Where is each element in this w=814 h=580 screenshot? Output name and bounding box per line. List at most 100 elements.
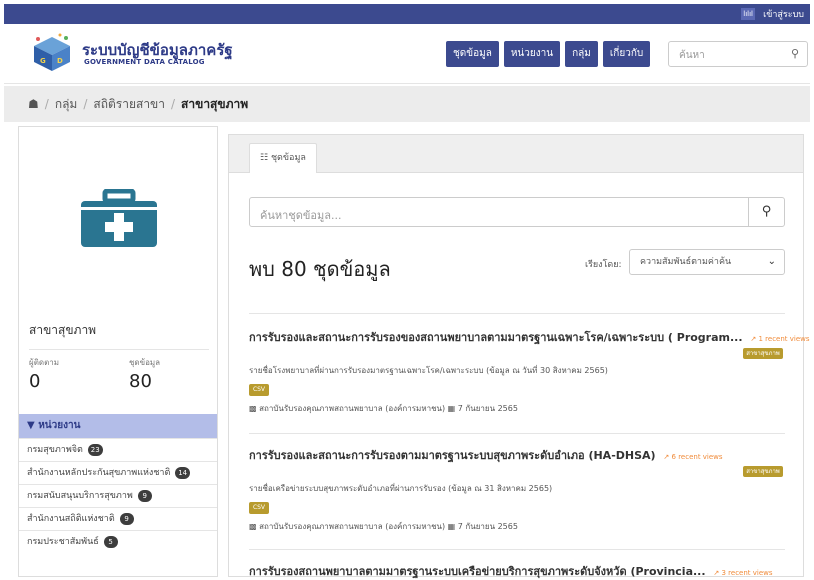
building-icon: ▩ <box>249 404 257 413</box>
dataset-date: 7 กันยายน 2565 <box>457 404 518 413</box>
agencies-header-label: หน่วยงาน <box>38 420 81 431</box>
dataset-item: การรับรองสถานพยาบาลตามมาตรฐานระบบเครือข่… <box>249 549 785 580</box>
sort-value: ความสัมพันธ์ตามค่าค้น <box>640 257 732 267</box>
dataset-description: รายชื่อเครือข่ายระบบสุขภาพระดับอำเภอที่ผ… <box>249 484 553 493</box>
chevron-down-icon: ⌄ <box>767 256 776 267</box>
breadcrumb-current[interactable]: สาขาสุขภาพ <box>181 95 248 114</box>
dataset-description: รายชื่อโรงพยาบาลที่ผ่านการรับรองมาตรฐานเ… <box>249 366 608 375</box>
dataset-title-row: การรับรองและสถานะการรับรองของสถานพยาบาลต… <box>249 328 810 346</box>
group-stats: ผู้ติดตาม 0 ชุดข้อมูล 80 <box>29 349 209 399</box>
search-icon[interactable]: ⚲ <box>791 47 799 60</box>
trend-icon: ↗ <box>663 453 670 461</box>
trend-icon: ↗ <box>713 569 720 577</box>
dataset-search-placeholder: ค้นหาชุดข้อมูล... <box>260 209 342 222</box>
top-bar: lılıl เข้าสู่ระบบ <box>4 4 810 24</box>
agency-name: กรมสนับสนุนบริการสุขภาพ <box>27 491 133 501</box>
svg-text:D: D <box>57 57 63 65</box>
dataset-title[interactable]: การรับรองและสถานะการรับรองของสถานพยาบาลต… <box>249 331 743 344</box>
header-search-input[interactable]: ค้นหา ⚲ <box>668 41 808 67</box>
format-badge[interactable]: CSV <box>249 502 269 514</box>
recent-views: ↗ 6 recent views <box>663 453 722 461</box>
dataset-item: การรับรองและสถานะการรับรองตามมาตรฐานระบบ… <box>249 433 785 543</box>
sitemap-icon: ☷ <box>260 153 269 163</box>
breadcrumb-separator: / <box>83 97 88 111</box>
agency-count-badge: 9 <box>119 512 134 525</box>
group-title: สาขาสุขภาพ <box>29 323 97 337</box>
sidebar: สาขาสุขภาพ ผู้ติดตาม 0 ชุดข้อมูล 80 ▼ หน… <box>18 126 218 577</box>
dataset-title[interactable]: การรับรองสถานพยาบาลตามมาตรฐานระบบเครือข่… <box>249 565 706 578</box>
followers-label: ผู้ติดตาม <box>29 358 60 367</box>
dataset-title-row: การรับรองและสถานะการรับรองตามมาตรฐานระบบ… <box>249 446 723 464</box>
followers-stat: ผู้ติดตาม 0 <box>29 356 59 392</box>
logo-icon[interactable]: G D <box>30 33 74 73</box>
svg-text:G: G <box>40 57 46 65</box>
dataset-search-input[interactable]: ค้นหาชุดข้อมูล... ⚲ <box>249 197 785 227</box>
breadcrumb-stats[interactable]: สถิติรายสาขา <box>93 95 165 114</box>
breadcrumb-groups[interactable]: กลุ่ม <box>55 95 78 114</box>
results-count: พบ 80 ชุดข้อมูล <box>249 257 391 281</box>
breadcrumb: ☗ / กลุ่ม / สถิติรายสาขา / สาขาสุขภาพ <box>4 86 810 122</box>
agency-name: สำนักงานสถิติแห่งชาติ <box>27 514 115 524</box>
format-badge[interactable]: CSV <box>249 384 269 396</box>
dataset-org: สถาบันรับรองคุณภาพสถานพยาบาล (องค์การมหา… <box>259 522 446 531</box>
followers-value: 0 <box>29 371 41 392</box>
agency-count-badge: 9 <box>137 489 152 502</box>
sort-label: เรียงโดย: <box>585 260 622 270</box>
nav-groups[interactable]: กลุ่ม <box>565 41 598 67</box>
agency-item[interactable]: สำนักงานหลักประกันสุขภาพแห่งชาติ 14 <box>19 461 217 484</box>
search-icon: ⚲ <box>761 204 772 219</box>
home-icon[interactable]: ☗ <box>28 97 39 111</box>
dataset-item: การรับรองและสถานะการรับรองของสถานพยาบาลต… <box>249 313 810 421</box>
group-tag[interactable]: สาขาสุขภาพ <box>743 466 783 477</box>
dataset-org: สถาบันรับรองคุณภาพสถานพยาบาล (องค์การมหา… <box>259 404 446 413</box>
agency-item[interactable]: สำนักงานสถิติแห่งชาติ 9 <box>19 507 217 530</box>
nav-datasets[interactable]: ชุดข้อมูล <box>446 41 499 67</box>
building-icon: ▩ <box>249 522 257 531</box>
dataset-title-row: การรับรองสถานพยาบาลตามมาตรฐานระบบเครือข่… <box>249 562 773 580</box>
dataset-date: 7 กันยายน 2565 <box>457 522 518 531</box>
tabs-strip: ☷ ชุดข้อมูล <box>229 135 803 173</box>
group-tag[interactable]: สาขาสุขภาพ <box>743 348 783 359</box>
calendar-icon: ▦ <box>447 522 456 531</box>
login-link[interactable]: เข้าสู่ระบบ <box>763 7 804 21</box>
recent-views: ↗ 3 recent views <box>713 569 772 577</box>
datasets-value: 80 <box>129 371 152 392</box>
breadcrumb-separator: / <box>44 97 49 111</box>
dataset-title[interactable]: การรับรองและสถานะการรับรองตามมาตรฐานระบบ… <box>249 449 656 462</box>
datasets-stat: ชุดข้อมูล 80 <box>129 356 160 392</box>
views-label: 1 recent views <box>758 335 810 343</box>
dataset-meta: ▩ สถาบันรับรองคุณภาพสถานพยาบาล (องค์การม… <box>249 402 518 415</box>
sort-select[interactable]: ความสัมพันธ์ตามค่าค้น ⌄ <box>629 249 785 275</box>
agencies-facet-header: ▼ หน่วยงาน <box>19 414 217 438</box>
agency-item[interactable]: กรมสนับสนุนบริการสุขภาพ 9 <box>19 484 217 507</box>
agency-count-badge: 14 <box>175 466 191 479</box>
tab-label: ชุดข้อมูล <box>270 153 306 163</box>
breadcrumb-separator: / <box>171 97 176 111</box>
dataset-meta: ▩ สถาบันรับรองคุณภาพสถานพยาบาล (องค์การม… <box>249 520 518 533</box>
brand-subtitle: GOVERNMENT DATA CATALOG <box>84 58 205 66</box>
agency-count-badge: 5 <box>103 535 118 548</box>
agency-count-badge: 23 <box>87 443 103 456</box>
header-search-placeholder: ค้นหา <box>679 50 705 61</box>
calendar-icon: ▦ <box>447 404 456 413</box>
agency-name: กรมประชาสัมพันธ์ <box>27 537 99 547</box>
agency-item[interactable]: กรมสุขภาพจิต 23 <box>19 438 217 461</box>
views-label: 6 recent views <box>671 453 723 461</box>
trend-icon: ↗ <box>750 335 757 343</box>
filter-icon: ▼ <box>27 420 35 431</box>
site-header: G D ระบบบัญชีข้อมูลภาครัฐ GOVERNMENT DAT… <box>4 24 810 84</box>
nav-organizations[interactable]: หน่วยงาน <box>503 41 561 67</box>
datasets-label: ชุดข้อมูล <box>129 358 161 367</box>
search-button[interactable]: ⚲ <box>748 198 784 226</box>
tab-datasets[interactable]: ☷ ชุดข้อมูล <box>249 143 317 173</box>
medical-kit-icon <box>81 189 157 247</box>
stats-icon[interactable]: lılıl <box>741 8 756 20</box>
nav-about[interactable]: เกี่ยวกับ <box>602 41 651 67</box>
agency-item[interactable]: กรมประชาสัมพันธ์ 5 <box>19 530 217 553</box>
recent-views: ↗ 1 recent views <box>750 335 809 343</box>
main-nav: ชุดข้อมูล หน่วยงาน กลุ่ม เกี่ยวกับ <box>446 41 651 67</box>
views-label: 3 recent views <box>721 569 773 577</box>
dataset-panel: ☷ ชุดข้อมูล ค้นหาชุดข้อมูล... ⚲ พบ 80 ชุ… <box>228 134 810 580</box>
agency-name: กรมสุขภาพจิต <box>27 445 83 455</box>
agency-name: สำนักงานหลักประกันสุขภาพแห่งชาติ <box>27 468 171 478</box>
